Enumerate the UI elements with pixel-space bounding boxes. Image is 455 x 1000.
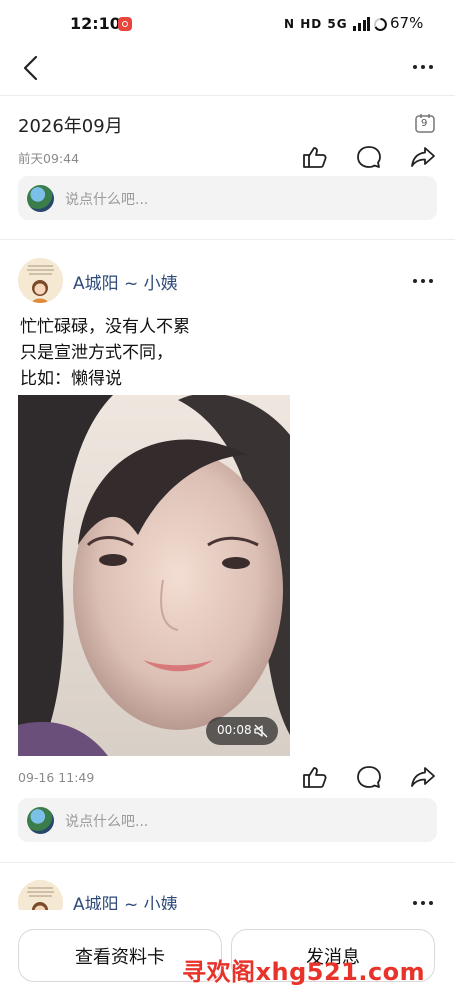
comment-button[interactable] bbox=[354, 762, 384, 792]
comment-input[interactable]: 说点什么吧... bbox=[18, 798, 437, 842]
more-dots-icon bbox=[413, 279, 433, 283]
battery-ring-icon bbox=[374, 18, 387, 31]
post-text: 忙忙碌碌，没有人不累 只是宣泄方式不同， 比如：懒得说 bbox=[20, 314, 190, 392]
video-thumbnail[interactable] bbox=[18, 395, 290, 756]
more-options-button[interactable] bbox=[406, 52, 440, 82]
comment-bubble-icon bbox=[357, 146, 381, 168]
share-arrow-icon bbox=[411, 147, 435, 167]
comment-button[interactable] bbox=[354, 142, 384, 172]
comment-placeholder: 说点什么吧... bbox=[65, 192, 149, 208]
back-button[interactable] bbox=[16, 50, 48, 86]
author-avatar[interactable] bbox=[18, 258, 63, 303]
more-dots-icon bbox=[413, 65, 433, 69]
status-time: 12:10 bbox=[70, 14, 121, 33]
author-name[interactable]: A城阳 ~ 小姨 bbox=[73, 269, 178, 294]
status-bar: 12:10 N HD 5G 67% bbox=[0, 0, 455, 46]
calendar-button[interactable]: 9 bbox=[414, 112, 436, 134]
like-button[interactable] bbox=[300, 762, 330, 792]
chevron-left-icon bbox=[23, 55, 38, 81]
comment-input[interactable]: 说点什么吧... bbox=[18, 176, 437, 220]
divider bbox=[0, 862, 455, 863]
watermark: 寻欢阁xhg521.com bbox=[182, 958, 426, 986]
divider bbox=[0, 95, 455, 96]
post-text-line: 比如：懒得说 bbox=[20, 369, 122, 389]
status-icons: N HD 5G bbox=[284, 17, 348, 31]
video-duration: 00:08 bbox=[217, 723, 252, 737]
battery-level: 67% bbox=[390, 14, 424, 32]
avatar bbox=[27, 807, 54, 834]
post-time: 09-16 11:49 bbox=[18, 770, 95, 785]
app-notification-icon bbox=[118, 17, 132, 31]
thumbs-up-icon bbox=[303, 147, 327, 168]
thumbs-up-icon bbox=[303, 767, 327, 788]
like-button[interactable] bbox=[300, 142, 330, 172]
mute-icon[interactable] bbox=[253, 723, 269, 739]
share-button[interactable] bbox=[408, 762, 438, 792]
signal-icon bbox=[353, 17, 370, 31]
post-text-line: 只是宣泄方式不同， bbox=[20, 343, 173, 363]
comment-bubble-icon bbox=[357, 766, 381, 788]
calendar-day: 9 bbox=[421, 118, 428, 129]
post-time: 前天09:44 bbox=[18, 151, 80, 166]
avatar bbox=[27, 185, 54, 212]
month-title: 2026年09月 bbox=[18, 116, 123, 137]
video-controls[interactable]: 00:08 bbox=[206, 717, 278, 745]
post-text-line: 忙忙碌碌，没有人不累 bbox=[20, 317, 190, 337]
post-more-button[interactable] bbox=[406, 266, 440, 296]
share-button[interactable] bbox=[408, 142, 438, 172]
avatar-illustration bbox=[18, 258, 63, 303]
comment-placeholder: 说点什么吧... bbox=[65, 814, 149, 830]
share-arrow-icon bbox=[411, 767, 435, 787]
video-frame-image bbox=[18, 395, 290, 756]
divider bbox=[0, 239, 455, 240]
